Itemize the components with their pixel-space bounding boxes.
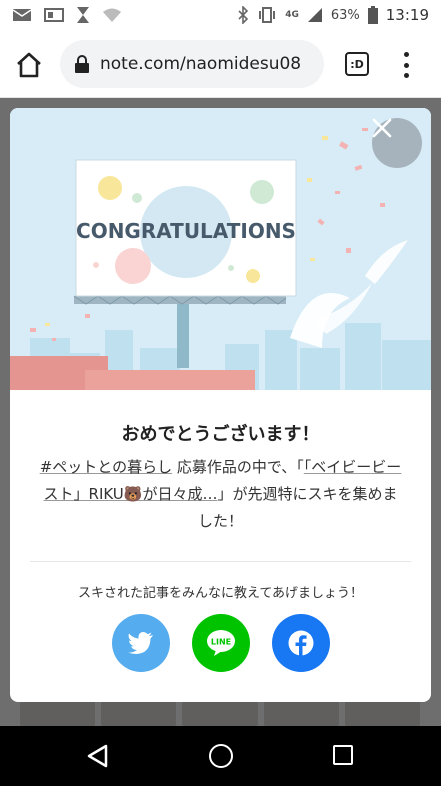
desc-text-2: 」が先週特にスキを集めました！ (197, 485, 398, 530)
facebook-share-button[interactable] (272, 614, 330, 672)
share-prompt: スキされた記事をみんなに教えてあげましょう！ (78, 586, 363, 601)
line-icon: LINE (207, 630, 235, 656)
url-text: note.com/naomidesu08 (100, 54, 302, 74)
divider (30, 561, 411, 562)
bluetooth-icon (238, 6, 249, 24)
desc-text-1: 応募作品の中で、「 (172, 458, 304, 476)
hourglass-icon (77, 7, 89, 23)
more-menu-icon[interactable] (398, 52, 414, 78)
billboard-illustration: CONGRATULATIONS (10, 108, 431, 390)
vibrate-icon (259, 7, 276, 23)
status-bar: 4G 63% 13:19 (0, 0, 441, 32)
modal-title: おめでとうございます！ (121, 424, 320, 445)
recents-icon[interactable] (333, 745, 353, 765)
modal-description: #ペットとの暮らし 応募作品の中で、「「ベイビービースト」RIKU🐻が日々成…」… (38, 454, 403, 535)
network-type: 4G (285, 10, 299, 20)
home-icon[interactable] (14, 50, 44, 80)
banner-text: CONGRATULATIONS (76, 219, 296, 243)
battery-icon (367, 6, 378, 24)
tab-switcher-button[interactable]: :D (345, 52, 369, 76)
clock: 13:19 (385, 6, 429, 24)
news-icon (44, 8, 64, 22)
browser-toolbar: note.com/naomidesu08 :D (0, 32, 441, 98)
back-icon[interactable] (86, 744, 108, 768)
congratulations-modal: CONGRATULATIONS おめでとうございます！ #ペットとの暮らし 応募… (10, 108, 431, 702)
wifi-icon (103, 8, 121, 22)
facebook-icon (288, 630, 314, 656)
hashtag-link[interactable]: #ペットとの暮らし (40, 458, 172, 476)
line-label: LINE (211, 638, 231, 647)
mail-icon (12, 9, 32, 21)
twitter-icon (128, 632, 153, 654)
battery-percent: 63% (330, 7, 360, 23)
twitter-share-button[interactable] (112, 614, 170, 672)
lock-icon (75, 55, 89, 73)
system-navigation-bar (0, 726, 441, 786)
signal-icon (307, 8, 322, 22)
close-icon (372, 118, 392, 138)
hero-illustration: CONGRATULATIONS (10, 108, 431, 390)
share-buttons: LINE (112, 614, 330, 672)
close-button[interactable] (372, 118, 422, 168)
line-share-button[interactable]: LINE (192, 614, 250, 672)
address-bar[interactable]: note.com/naomidesu08 (60, 40, 324, 88)
home-nav-icon[interactable] (209, 744, 233, 768)
